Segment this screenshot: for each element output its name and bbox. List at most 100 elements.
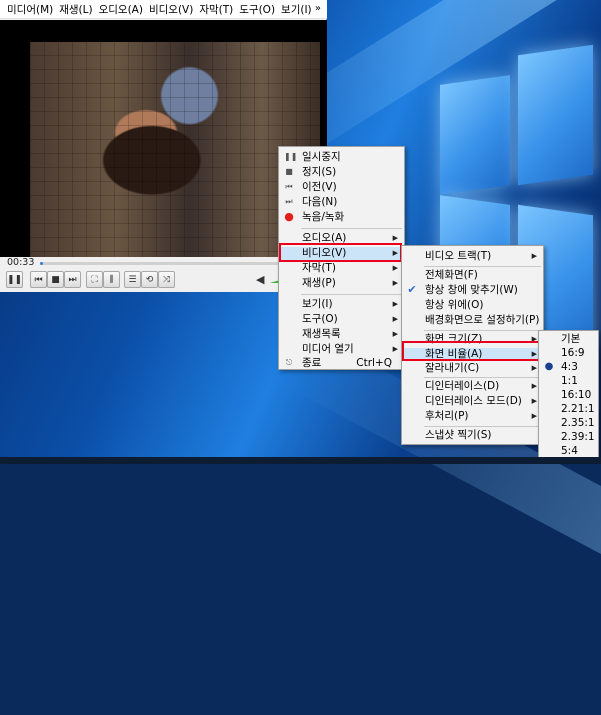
menu-separator <box>424 330 541 331</box>
menu-item-snapshot[interactable]: 스냅샷 찍기(S) <box>402 429 543 442</box>
submenu-arrow-icon: ▶ <box>392 234 398 242</box>
checkmark-icon: ✔ <box>407 283 417 296</box>
submenu-arrow-icon: ▶ <box>531 382 537 390</box>
shuffle-button[interactable]: ⤨ <box>158 271 175 288</box>
ratio-option[interactable]: 2.21:1 <box>539 403 598 416</box>
pixelated-overlay <box>30 42 320 257</box>
submenu-arrow-icon: ▶ <box>531 350 537 358</box>
menubar-overflow-icon[interactable]: » <box>315 3 321 14</box>
previous-icon: ⏮ <box>285 182 293 191</box>
submenu-arrow-icon: ▶ <box>531 364 537 372</box>
menu-video[interactable]: 비디오(V) <box>146 2 196 17</box>
menu-item-playback[interactable]: 재생(P) ▶ <box>279 277 404 290</box>
extended-settings-button[interactable]: ⫼ <box>103 271 120 288</box>
ratio-option[interactable]: 2.39:1 <box>539 431 598 444</box>
menu-separator <box>301 228 402 229</box>
menu-item-view[interactable]: 보기(I) ▶ <box>279 298 404 311</box>
submenu-arrow-icon: ▶ <box>392 300 398 308</box>
pause-button[interactable]: ❚❚ <box>6 271 23 288</box>
submenu-arrow-icon: ▶ <box>392 315 398 323</box>
fullscreen-button[interactable]: ⛶ <box>86 271 103 288</box>
submenu-arrow-icon: ▶ <box>392 330 398 338</box>
menu-item-video-track[interactable]: 비디오 트랙(T) ▶ <box>402 250 543 263</box>
stop-icon: ■ <box>285 167 293 176</box>
ratio-option[interactable]: 2.35:1 <box>539 417 598 430</box>
menu-item-quit[interactable]: ⎋ 종료 Ctrl+Q <box>279 357 404 370</box>
menu-subtitle[interactable]: 자막(T) <box>196 2 236 17</box>
stop-button[interactable]: ■ <box>47 271 64 288</box>
menu-item-always-on-top[interactable]: 항상 위에(O) <box>402 299 543 312</box>
equalizer-icon: ⫼ <box>109 274 114 285</box>
menu-item-deinterlace[interactable]: 디인터레이스(D) ▶ <box>402 380 543 393</box>
menu-separator <box>424 426 541 427</box>
pause-icon: ❚❚ <box>6 274 23 285</box>
menu-item-previous[interactable]: ⏮ 이전(V) <box>279 181 404 194</box>
menu-separator <box>424 266 541 267</box>
next-icon: ⏭ <box>285 197 293 206</box>
ratio-option[interactable]: 16:10 <box>539 389 598 402</box>
seek-track[interactable] <box>40 262 280 265</box>
ratio-option[interactable]: 기본 <box>539 333 598 346</box>
loop-button[interactable]: ⟲ <box>141 271 158 288</box>
menu-view[interactable]: 보기(I) <box>278 2 315 17</box>
menu-tools[interactable]: 도구(O) <box>236 2 278 17</box>
shuffle-icon: ⤨ <box>162 274 171 285</box>
menu-item-tools[interactable]: 도구(O) ▶ <box>279 313 404 326</box>
taskbar <box>0 457 601 464</box>
submenu-arrow-icon: ▶ <box>531 412 537 420</box>
menu-item-fit-window[interactable]: ✔ 항상 창에 맞추기(W) <box>402 284 543 297</box>
submenu-arrow-icon: ▶ <box>531 335 537 343</box>
playlist-icon: ☰ <box>128 274 137 285</box>
pause-icon: ❚❚ <box>284 152 298 161</box>
next-icon: ⏭ <box>68 274 77 285</box>
menu-item-video[interactable]: 비디오(V) ▶ <box>279 247 404 260</box>
previous-icon: ⏮ <box>34 274 43 285</box>
menu-item-fullscreen[interactable]: 전체화면(F) <box>402 269 543 282</box>
menu-separator <box>424 377 541 378</box>
menu-item-open-media[interactable]: 미디어 열기 ▶ <box>279 343 404 356</box>
record-icon: ● <box>284 210 294 223</box>
elapsed-time: 00:33 <box>7 257 35 268</box>
context-menu-video: 비디오 트랙(T) ▶ 전체화면(F) ✔ 항상 창에 맞추기(W) 항상 위에… <box>401 245 544 445</box>
menu-item-postprocessing[interactable]: 후처리(P) ▶ <box>402 410 543 423</box>
menu-media[interactable]: 미디어(M) <box>4 2 56 17</box>
radio-dot-icon: ● <box>544 361 554 372</box>
vlc-menubar: 미디어(M) 재생(L) 오디오(A) 비디오(V) 자막(T) 도구(O) 보… <box>0 0 327 19</box>
ratio-option-selected[interactable]: ● 4:3 <box>539 361 598 374</box>
ratio-option[interactable]: 16:9 <box>539 347 598 360</box>
menu-item-audio[interactable]: 오디오(A) ▶ <box>279 232 404 245</box>
ratio-option[interactable]: 1:1 <box>539 375 598 388</box>
quit-shortcut: Ctrl+Q <box>356 357 392 369</box>
submenu-arrow-icon: ▶ <box>392 264 398 272</box>
fullscreen-icon: ⛶ <box>91 274 98 285</box>
menu-item-set-wallpaper[interactable]: 배경화면으로 설정하기(P) <box>402 314 543 327</box>
previous-button[interactable]: ⏮ <box>30 271 47 288</box>
menu-item-pause[interactable]: ❚❚ 일시중지 <box>279 151 404 164</box>
playlist-button[interactable]: ☰ <box>124 271 141 288</box>
submenu-arrow-icon: ▶ <box>392 279 398 287</box>
menu-item-zoom[interactable]: 화면 크기(Z) ▶ <box>402 333 543 346</box>
quit-icon: ⎋ <box>285 358 293 367</box>
stop-icon: ■ <box>51 274 60 285</box>
menu-item-next[interactable]: ⏭ 다음(N) <box>279 196 404 209</box>
submenu-arrow-icon: ▶ <box>392 249 398 257</box>
menu-item-crop[interactable]: 잘라내기(C) ▶ <box>402 362 543 375</box>
menu-item-deinterlace-mode[interactable]: 디인터레이스 모드(D) ▶ <box>402 395 543 408</box>
menu-audio[interactable]: 오디오(A) <box>96 2 146 17</box>
submenu-arrow-icon: ▶ <box>531 252 537 260</box>
menu-item-subtitle[interactable]: 자막(T) ▶ <box>279 262 404 275</box>
menu-playback[interactable]: 재생(L) <box>56 2 95 17</box>
context-menu-aspect-ratio: 기본 16:9 ● 4:3 1:1 16:10 2.21:1 2.35:1 2.… <box>538 330 599 458</box>
menu-item-stop[interactable]: ■ 정지(S) <box>279 166 404 179</box>
loop-icon: ⟲ <box>145 274 154 285</box>
submenu-arrow-icon: ▶ <box>531 397 537 405</box>
menu-item-playlist[interactable]: 재생목록 ▶ <box>279 328 404 341</box>
speaker-icon[interactable]: ◀ <box>256 273 264 286</box>
seek-progress <box>40 262 43 265</box>
menu-item-record[interactable]: ● 녹음/녹화 <box>279 211 404 224</box>
menu-item-aspect-ratio[interactable]: 화면 비율(A) ▶ <box>402 348 543 361</box>
menu-separator <box>301 294 402 295</box>
context-menu-main: ❚❚ 일시중지 ■ 정지(S) ⏮ 이전(V) ⏭ 다음(N) ● 녹음/녹화 … <box>278 146 405 370</box>
submenu-arrow-icon: ▶ <box>392 345 398 353</box>
next-button[interactable]: ⏭ <box>64 271 81 288</box>
